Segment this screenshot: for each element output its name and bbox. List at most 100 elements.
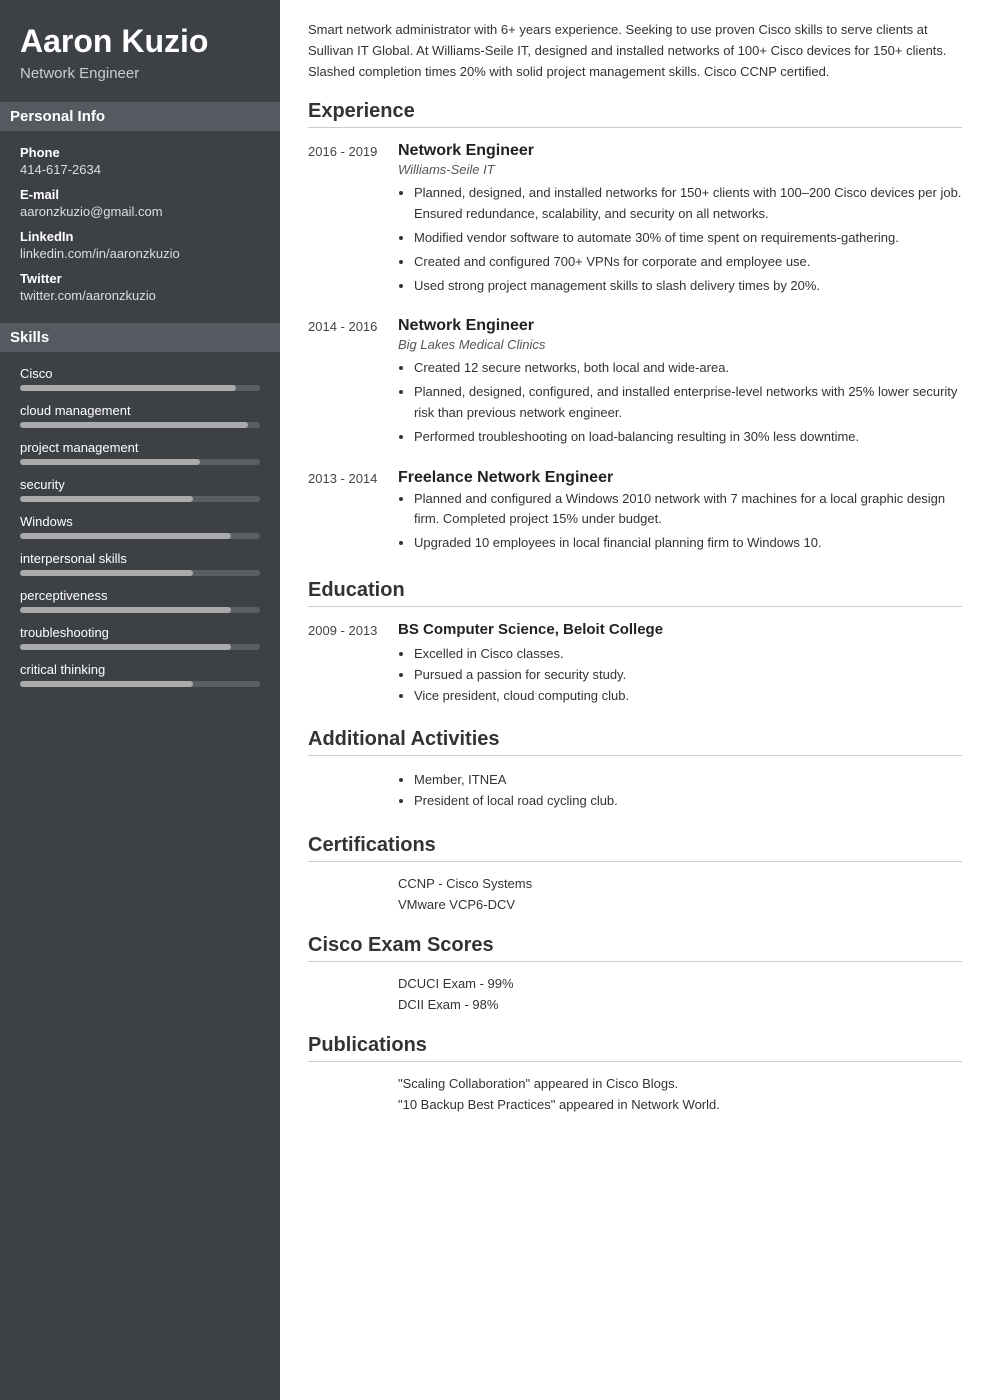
email-label: E-mail [20, 187, 260, 202]
skill-name: critical thinking [20, 662, 260, 677]
skill-bar [20, 533, 260, 539]
experience-list: 2016 - 2019Network Engineer Williams-Seil… [308, 142, 962, 557]
linkedin-value: linkedin.com/in/aaronzkuzio [20, 246, 260, 261]
skill-bar [20, 607, 260, 613]
activities-section: Additional Activities Member, ITNEAPresi… [308, 728, 962, 812]
phone-label: Phone [20, 145, 260, 160]
skill-bar [20, 496, 260, 502]
education-item: 2009 - 2013BS Computer Science, Beloit C… [308, 621, 962, 706]
skill-name: Cisco [20, 366, 260, 381]
skill-bar-fill [20, 607, 231, 613]
exp-bullet: Performed troubleshooting on load-balanc… [414, 427, 962, 448]
experience-item: 2013 - 2014Freelance Network Engineer Pla… [308, 469, 962, 557]
publication-item: "Scaling Collaboration" appeared in Cisc… [308, 1076, 962, 1091]
skill-item: Windows [20, 514, 260, 539]
skill-bar-fill [20, 422, 248, 428]
twitter-label: Twitter [20, 271, 260, 286]
publication-item: "10 Backup Best Practices" appeared in N… [308, 1097, 962, 1112]
skill-bar-fill [20, 496, 193, 502]
exp-bullet: Modified vendor software to automate 30%… [414, 228, 962, 249]
certifications-section: Certifications CCNP - Cisco Systems VMwar… [308, 834, 962, 912]
skill-name: cloud management [20, 403, 260, 418]
experience-item: 2016 - 2019Network Engineer Williams-Seil… [308, 142, 962, 299]
exam-scores-section: Cisco Exam Scores DCUCI Exam - 99%DCII E… [308, 934, 962, 1012]
education-section-title: Education [308, 579, 962, 607]
exp-company: Big Lakes Medical Clinics [398, 337, 962, 352]
publication-text: "10 Backup Best Practices" appeared in N… [398, 1097, 720, 1112]
exp-title: Network Engineer [398, 142, 962, 160]
experience-section: Experience 2016 - 2019Network Engineer Wi… [308, 100, 962, 557]
skill-bar-fill [20, 644, 231, 650]
education-section: Education 2009 - 2013BS Computer Science… [308, 579, 962, 706]
edu-bullet: Vice president, cloud computing club. [414, 686, 962, 707]
exp-bullet: Used strong project management skills to… [414, 276, 962, 297]
exp-bullet: Planned, designed, configured, and insta… [414, 382, 962, 424]
exp-company: Williams-Seile IT [398, 162, 962, 177]
skill-bar [20, 422, 260, 428]
skills-section-title: Skills [0, 323, 280, 352]
skill-bar [20, 385, 260, 391]
certifications-section-title: Certifications [308, 834, 962, 862]
skill-bar-fill [20, 385, 236, 391]
exam-score-item: DCUCI Exam - 99% [308, 976, 962, 991]
activities-section-title: Additional Activities [308, 728, 962, 756]
twitter-value: twitter.com/aaronzkuzio [20, 288, 260, 303]
experience-item: 2014 - 2016Network Engineer Big Lakes Med… [308, 317, 962, 450]
exp-bullets: Planned and configured a Windows 2010 ne… [398, 489, 962, 554]
exp-bullet: Planned, designed, and installed network… [414, 183, 962, 225]
summary-text: Smart network administrator with 6+ year… [308, 20, 962, 82]
skill-name: security [20, 477, 260, 492]
phone-value: 414-617-2634 [20, 162, 260, 177]
skills-section: Skills Ciscocloud managementproject mana… [20, 323, 260, 687]
skill-bar [20, 459, 260, 465]
exp-bullet: Planned and configured a Windows 2010 ne… [414, 489, 962, 531]
activity-item: President of local road cycling club. [414, 791, 618, 812]
email-value: aaronzkuzio@gmail.com [20, 204, 260, 219]
exp-title: Freelance Network Engineer [398, 469, 962, 487]
exp-bullet: Created and configured 700+ VPNs for cor… [414, 252, 962, 273]
exp-dates: 2013 - 2014 [308, 469, 398, 557]
linkedin-label: LinkedIn [20, 229, 260, 244]
exp-bullets: Created 12 secure networks, both local a… [398, 358, 962, 447]
exp-bullets: Planned, designed, and installed network… [398, 183, 962, 296]
personal-info-section-title: Personal Info [0, 102, 280, 131]
exam-scores-list: DCUCI Exam - 99% DCII Exam - 98% [308, 976, 962, 1012]
activities-list: Member, ITNEAPresident of local road cyc… [398, 770, 618, 812]
skill-bar [20, 681, 260, 687]
experience-section-title: Experience [308, 100, 962, 128]
exam-score-text: DCII Exam - 98% [398, 997, 498, 1012]
skill-item: critical thinking [20, 662, 260, 687]
edu-bullet: Pursued a passion for security study. [414, 665, 962, 686]
certifications-list: CCNP - Cisco Systems VMware VCP6-DCV [308, 876, 962, 912]
skill-name: project management [20, 440, 260, 455]
publications-section-title: Publications [308, 1034, 962, 1062]
skill-item: interpersonal skills [20, 551, 260, 576]
skill-bar [20, 570, 260, 576]
skill-item: project management [20, 440, 260, 465]
skill-name: interpersonal skills [20, 551, 260, 566]
skill-bar-fill [20, 681, 193, 687]
skill-name: troubleshooting [20, 625, 260, 640]
skill-item: perceptiveness [20, 588, 260, 613]
exp-title: Network Engineer [398, 317, 962, 335]
exp-dates: 2016 - 2019 [308, 142, 398, 299]
sidebar: Aaron Kuzio Network Engineer Personal In… [0, 0, 280, 1400]
cert-text: VMware VCP6-DCV [398, 897, 515, 912]
candidate-title: Network Engineer [20, 65, 260, 82]
edu-bullets: Excelled in Cisco classes.Pursued a pass… [398, 644, 962, 706]
skill-name: perceptiveness [20, 588, 260, 603]
main-content: Smart network administrator with 6+ year… [280, 0, 990, 1400]
cert-item: CCNP - Cisco Systems [308, 876, 962, 891]
skill-bar [20, 644, 260, 650]
candidate-name: Aaron Kuzio [20, 24, 260, 59]
skill-item: security [20, 477, 260, 502]
exp-bullet: Upgraded 10 employees in local financial… [414, 533, 962, 554]
publication-text: "Scaling Collaboration" appeared in Cisc… [398, 1076, 678, 1091]
edu-degree: BS Computer Science, Beloit College [398, 621, 962, 638]
exp-dates: 2014 - 2016 [308, 317, 398, 450]
activities-row: Member, ITNEAPresident of local road cyc… [308, 770, 962, 812]
publications-list: "Scaling Collaboration" appeared in Cisc… [308, 1076, 962, 1112]
exam-score-text: DCUCI Exam - 99% [398, 976, 514, 991]
skill-bar-fill [20, 459, 200, 465]
skill-item: troubleshooting [20, 625, 260, 650]
